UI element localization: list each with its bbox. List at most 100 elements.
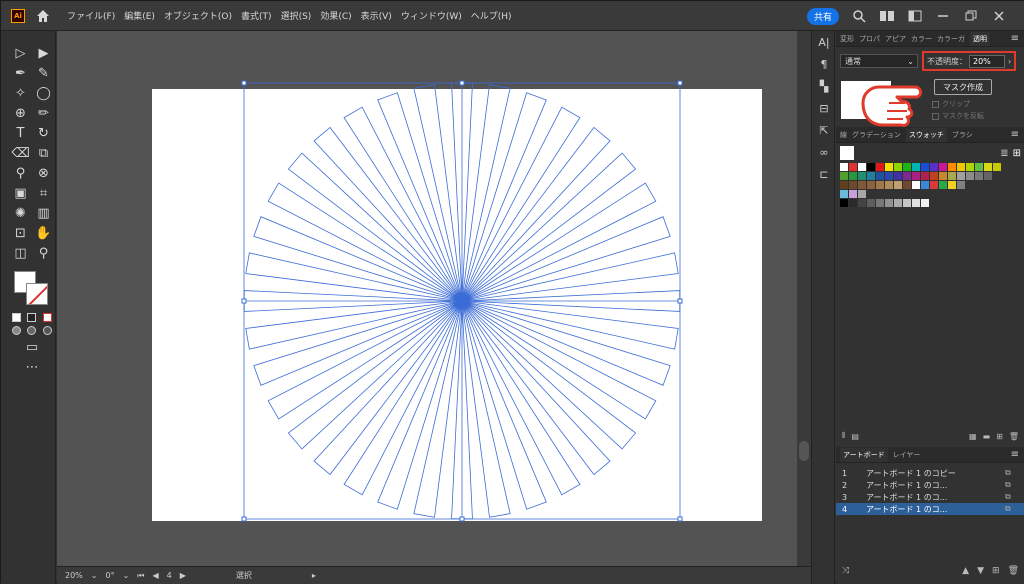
prev-artboard-icon[interactable]: ◀ — [152, 571, 158, 580]
color-swatch[interactable] — [858, 163, 866, 171]
color-swatch[interactable] — [840, 199, 848, 207]
list-view-icon[interactable]: ≣ — [1000, 148, 1008, 159]
menu-effect[interactable]: 効果(C) — [320, 9, 351, 22]
panel-menu-icon[interactable]: ≡ — [1011, 449, 1019, 460]
menu-view[interactable]: 表示(V) — [361, 9, 392, 22]
chevron-right-icon[interactable]: › — [1008, 57, 1011, 66]
none-mode-icon[interactable] — [42, 313, 52, 322]
new-artboard-icon[interactable]: ⊞ — [992, 566, 1000, 576]
color-swatch[interactable] — [948, 172, 956, 180]
share-button[interactable]: 共有 — [806, 7, 839, 25]
color-swatch[interactable] — [948, 181, 956, 189]
chevron-down-icon[interactable]: ⌄ — [91, 571, 98, 580]
menu-file[interactable]: ファイル(F) — [67, 9, 115, 22]
color-swatch[interactable] — [885, 163, 893, 171]
color-swatch[interactable] — [957, 172, 965, 180]
minimize-icon[interactable] — [933, 7, 953, 25]
screen-mode-icon[interactable]: ▭ — [24, 339, 40, 355]
panel-menu-icon[interactable]: ≡ — [1011, 33, 1019, 44]
chevron-down-icon[interactable]: ⌄ — [123, 571, 130, 580]
shape-builder-tool-icon[interactable]: ⊕ — [13, 105, 29, 121]
tab-brushes[interactable]: ブラシ — [952, 130, 973, 140]
starburst-artwork[interactable] — [57, 31, 811, 566]
color-swatch[interactable] — [939, 181, 947, 189]
resize-handle[interactable] — [241, 516, 247, 522]
color-swatch[interactable] — [966, 172, 974, 180]
invert-mask-checkbox[interactable]: マスクを反転 — [932, 111, 984, 121]
color-swatch[interactable] — [894, 181, 902, 189]
color-swatch[interactable] — [840, 172, 848, 180]
color-swatch[interactable] — [912, 199, 920, 207]
artboard-options-icon[interactable]: ⧉ — [1005, 492, 1019, 502]
scroll-thumb[interactable] — [799, 441, 809, 461]
opacity-input[interactable]: 20% — [969, 54, 1005, 68]
color-swatch[interactable] — [840, 163, 848, 171]
eyedropper-tool-icon[interactable]: ⚲ — [13, 165, 29, 181]
color-swatch[interactable] — [984, 163, 992, 171]
swatch-library-icon[interactable]: ⫴ — [842, 431, 845, 441]
gradient-mode-icon[interactable] — [27, 313, 37, 322]
ellipse-tool-icon[interactable]: ◯ — [36, 85, 52, 101]
resize-handle[interactable] — [241, 80, 247, 86]
menu-type[interactable]: 書式(T) — [241, 9, 272, 22]
move-up-icon[interactable]: ▲ — [962, 566, 969, 576]
color-swatch[interactable] — [876, 163, 884, 171]
move-down-icon[interactable]: ▼ — [977, 566, 984, 576]
export-panel-icon[interactable]: ⇱ — [812, 119, 836, 141]
blend-tool-icon[interactable]: ⊗ — [36, 165, 52, 181]
properties-panel-icon[interactable]: ▚ — [812, 75, 836, 97]
show-kinds-icon[interactable]: ▤ — [851, 432, 859, 441]
direct-selection-tool-icon[interactable]: ▶ — [36, 45, 52, 61]
color-swatch[interactable] — [885, 172, 893, 180]
arrange-documents-icon[interactable] — [905, 7, 925, 25]
color-swatch[interactable] — [912, 181, 920, 189]
tab-color-guide[interactable]: カラーガ — [937, 34, 965, 44]
artboard-row[interactable]: 1 アートボード 1 のコピー ⧉ — [836, 467, 1024, 479]
color-swatch[interactable] — [921, 172, 929, 180]
fill-stroke-mini-icon[interactable] — [840, 146, 854, 160]
color-swatch[interactable] — [885, 199, 893, 207]
menu-edit[interactable]: 編集(E) — [124, 9, 155, 22]
width-tool-icon[interactable]: ⧉ — [36, 145, 52, 161]
color-swatch[interactable] — [939, 163, 947, 171]
more-tools-icon[interactable]: ⋯ — [24, 359, 40, 375]
color-swatch[interactable] — [849, 181, 857, 189]
make-mask-button[interactable]: マスク作成 — [934, 79, 992, 95]
panel-menu-icon[interactable]: ≡ — [1011, 129, 1019, 140]
draw-normal-icon[interactable] — [12, 326, 22, 335]
eraser-tool-icon[interactable]: ⌫ — [11, 145, 29, 161]
align-panel-icon[interactable]: ⊟ — [812, 97, 836, 119]
menu-select[interactable]: 選択(S) — [281, 9, 312, 22]
artboard-options-icon[interactable]: ⧉ — [1005, 468, 1019, 478]
restore-icon[interactable] — [961, 7, 981, 25]
color-swatch[interactable] — [876, 172, 884, 180]
gradient-tool-icon[interactable]: ▣ — [13, 185, 29, 201]
new-swatch-icon[interactable]: ⊞ — [996, 432, 1003, 441]
color-swatch[interactable] — [903, 199, 911, 207]
curvature-tool-icon[interactable]: ✎ — [36, 65, 52, 81]
resize-handle[interactable] — [459, 516, 465, 522]
color-swatch[interactable] — [858, 181, 866, 189]
tab-transform[interactable]: 変形 — [840, 34, 854, 44]
color-swatch[interactable] — [840, 181, 848, 189]
workspace-switcher-icon[interactable] — [877, 7, 897, 25]
color-swatch[interactable] — [921, 199, 929, 207]
color-swatch[interactable] — [876, 181, 884, 189]
symbol-sprayer-tool-icon[interactable]: ✺ — [13, 205, 29, 221]
grid-view-icon[interactable]: ⊞ — [1013, 148, 1021, 159]
artboard-number[interactable]: 4 — [167, 571, 172, 580]
menu-help[interactable]: ヘルプ(H) — [471, 9, 512, 22]
color-swatch[interactable] — [903, 172, 911, 180]
mesh-tool-icon[interactable]: ⌗ — [36, 185, 52, 201]
color-swatch[interactable] — [903, 163, 911, 171]
color-swatch[interactable] — [939, 172, 947, 180]
color-swatch[interactable] — [849, 172, 857, 180]
color-swatch[interactable] — [921, 181, 929, 189]
pen-tool-icon[interactable]: ✒ — [13, 65, 29, 81]
resize-handle[interactable] — [677, 80, 683, 86]
artboard-row-selected[interactable]: 4 アートボード 1 のコ... ⧉ — [836, 503, 1024, 515]
zoom-tool-icon[interactable]: ⚲ — [36, 245, 52, 261]
artboard-row[interactable]: 2 アートボード 1 のコ... ⧉ — [836, 479, 1024, 491]
menu-object[interactable]: オブジェクト(O) — [164, 9, 232, 22]
rotation-value[interactable]: 0° — [105, 571, 114, 580]
